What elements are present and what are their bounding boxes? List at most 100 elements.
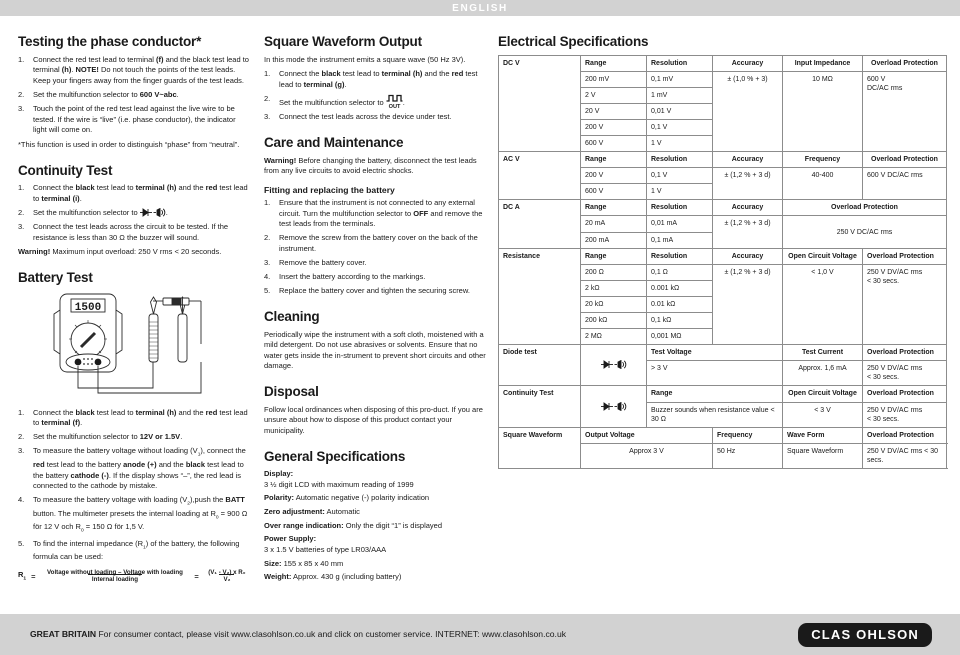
care-warning: Warning! Before changing the battery, di… [264, 156, 486, 177]
column-header-range: Range [580, 54, 647, 72]
diode-buzzer-icon [600, 360, 627, 370]
cell-overload-protection: 250 V DV/AC rms < 30 secs. [862, 442, 947, 470]
cell-resolution: 0,1 kΩ [646, 312, 713, 330]
step-text: Remove the screw from the battery cover … [279, 233, 478, 253]
cell-overload-protection: 250 V DV/AC rms < 30 secs. [862, 401, 947, 428]
cell-range: 200 kΩ [580, 312, 647, 330]
heading-electrical-specifications: Electrical Specifications [498, 34, 649, 49]
phase-step-1: 1. Connect the red test lead to terminal … [18, 55, 250, 87]
column-header-overload-protection: Overload Protection [862, 344, 947, 362]
cell-frequency: 50 Hz [712, 442, 783, 470]
multimeter-display-value: 1500 [75, 302, 101, 314]
column-header-test-voltage: Test Voltage [646, 344, 783, 362]
formula-denominator-1: Internal loading [87, 574, 142, 584]
formula-lhs: R1 [18, 570, 27, 582]
column-header-overload-protection: Overload Protection [862, 151, 947, 169]
cell-output-voltage: Approx 3 V [580, 442, 713, 470]
general-spec-label: Over range indication: [264, 520, 344, 530]
cell-open-circuit-voltage: < 3 V [782, 401, 863, 428]
step-text: Replace the battery cover and tighten th… [279, 286, 470, 296]
step-number: 1. [264, 69, 271, 79]
continuity-warning-text: Maximum input overload: 250 V rms < 20 s… [52, 247, 222, 257]
step-number: 2. [18, 432, 25, 442]
page-footer: GREAT BRITAIN For consumer contact, plea… [0, 614, 960, 655]
step-number: 2. [18, 207, 25, 217]
diode-buzzer-icon [139, 207, 166, 217]
general-spec-item-3: Zero adjustment: Automatic [264, 507, 486, 518]
internal-impedance-formula: R1 = Voltage without loading – Voltage w… [18, 569, 250, 584]
cell-resolution: 0,1 Ω [646, 263, 713, 281]
column-header-range: Range [646, 385, 783, 403]
care-step-3: 3. Remove the battery cover. [264, 258, 486, 269]
step-text: Set the multifunction selector to . [33, 207, 168, 217]
step-text: Set the multifunction selector to 600 V~… [33, 89, 179, 99]
general-spec-value: Automatic negative (-) polarity indicati… [295, 493, 430, 503]
cell-overload-protection: 600 V DC/AC rms [862, 70, 947, 153]
formula-equals-2: = [194, 571, 199, 581]
cell-accuracy: ± (1,0 % + 3) [712, 70, 783, 153]
general-specifications-list: Display: 3 ½ digit LCD with maximum readi… [264, 469, 486, 583]
column-header-output-voltage: Output Voltage [580, 426, 713, 444]
square-step-2: 2. Set the multifunction selector to OUT. [264, 94, 486, 109]
general-spec-label: Polarity: [264, 493, 295, 503]
battery-step-4: 4. To measure the battery voltage with lo… [18, 495, 250, 535]
continuity-step-3: 3. Connect the test leads across the circ… [18, 222, 250, 243]
content-columns: Testing the phase conductor* 1. Connect t… [0, 34, 960, 614]
general-spec-label: Power Supply: [264, 534, 317, 544]
formula-fraction-1: Voltage without loading – Voltage with l… [41, 569, 190, 584]
cell-range: 20 mA [580, 215, 647, 233]
general-spec-item-1: Display: 3 ½ digit LCD with maximum readi… [264, 469, 486, 490]
step-text: Touch the point of the red test lead aga… [33, 104, 236, 135]
care-step-5: 5. Replace the battery cover and tighten … [264, 286, 486, 297]
square-step-1: 1. Connect the black test lead to termina… [264, 69, 486, 90]
cell-diode-buzzer-icon [580, 385, 647, 428]
general-spec-value: 3 ½ digit LCD with maximum reading of 19… [264, 479, 414, 489]
step-number: 4. [264, 272, 271, 282]
column-header-resolution: Resolution [646, 54, 713, 72]
column-header-range: Range [580, 151, 647, 169]
table-row: DC A Range Resolution Accuracy Overload Prot… [498, 199, 947, 249]
general-spec-value: Approx. 430 g (including battery) [293, 572, 402, 582]
general-spec-label: Size: [264, 558, 282, 568]
step-text: Connect the black test lead to terminal … [33, 183, 248, 203]
group-label-resistance: Resistance [498, 247, 581, 346]
cell-resolution: 0,1 mV [646, 70, 713, 88]
care-step-4: 4. Insert the battery according to the ma… [264, 272, 486, 283]
general-spec-label: Zero adjustment: [264, 506, 325, 516]
general-spec-item-4: Over range indication: Only the digit “1… [264, 521, 486, 532]
step-number: 3. [264, 258, 271, 268]
step-number: 4. [18, 495, 25, 505]
general-spec-item-2: Polarity: Automatic negative (-) polarit… [264, 493, 486, 504]
footer-contact-text: GREAT BRITAIN For consumer contact, plea… [30, 629, 566, 639]
step-text: Set the multifunction selector to 12V or… [33, 432, 183, 442]
step-text: Connect the black test lead to terminal … [33, 407, 248, 428]
group-label-dc-a: DC A [498, 199, 581, 249]
step-number: 1. [18, 407, 25, 417]
cell-resolution: 1 mV [646, 86, 713, 104]
battery-step-5: 5. To find the internal impedance (R1) of… [18, 539, 250, 563]
step-number: 2. [18, 89, 25, 99]
footer-country: GREAT BRITAIN [30, 629, 97, 640]
cell-resolution: 0,1 V [646, 167, 713, 185]
general-spec-value: 155 x 85 x 40 mm [283, 558, 344, 568]
step-text: Connect the test leads across the circui… [33, 222, 229, 242]
heading-continuity-test: Continuity Test [18, 162, 113, 178]
cell-range: 200 V [580, 118, 647, 136]
continuity-step-2: 2. Set the multifunction selector to . [18, 207, 250, 219]
care-step-2: 2. Remove the screw from the battery cove… [264, 233, 486, 254]
step-number: 1. [18, 183, 25, 193]
battery-test-figure: 1500 [26, 292, 231, 400]
column-header-resolution: Resolution [646, 199, 713, 217]
square-wave-out-icon: OUT [386, 94, 403, 109]
cell-resolution: 0,01 mA [646, 215, 713, 233]
multimeter-diagram-svg: 1500 [53, 293, 202, 393]
column-header-accuracy: Accuracy [712, 54, 783, 72]
cell-range: 20 V [580, 102, 647, 120]
cell-range: 200 mV [580, 70, 647, 88]
cell-resolution: 1 V [646, 134, 713, 153]
column-header-open-circuit-voltage: Open Circuit Voltage [782, 385, 863, 403]
cell-overload-protection: 600 V DC/AC rms [862, 167, 947, 201]
step-number: 1. [18, 54, 25, 64]
cell-resolution: 1 V [646, 183, 713, 201]
step-text: Connect the test leads across the device… [279, 112, 452, 122]
